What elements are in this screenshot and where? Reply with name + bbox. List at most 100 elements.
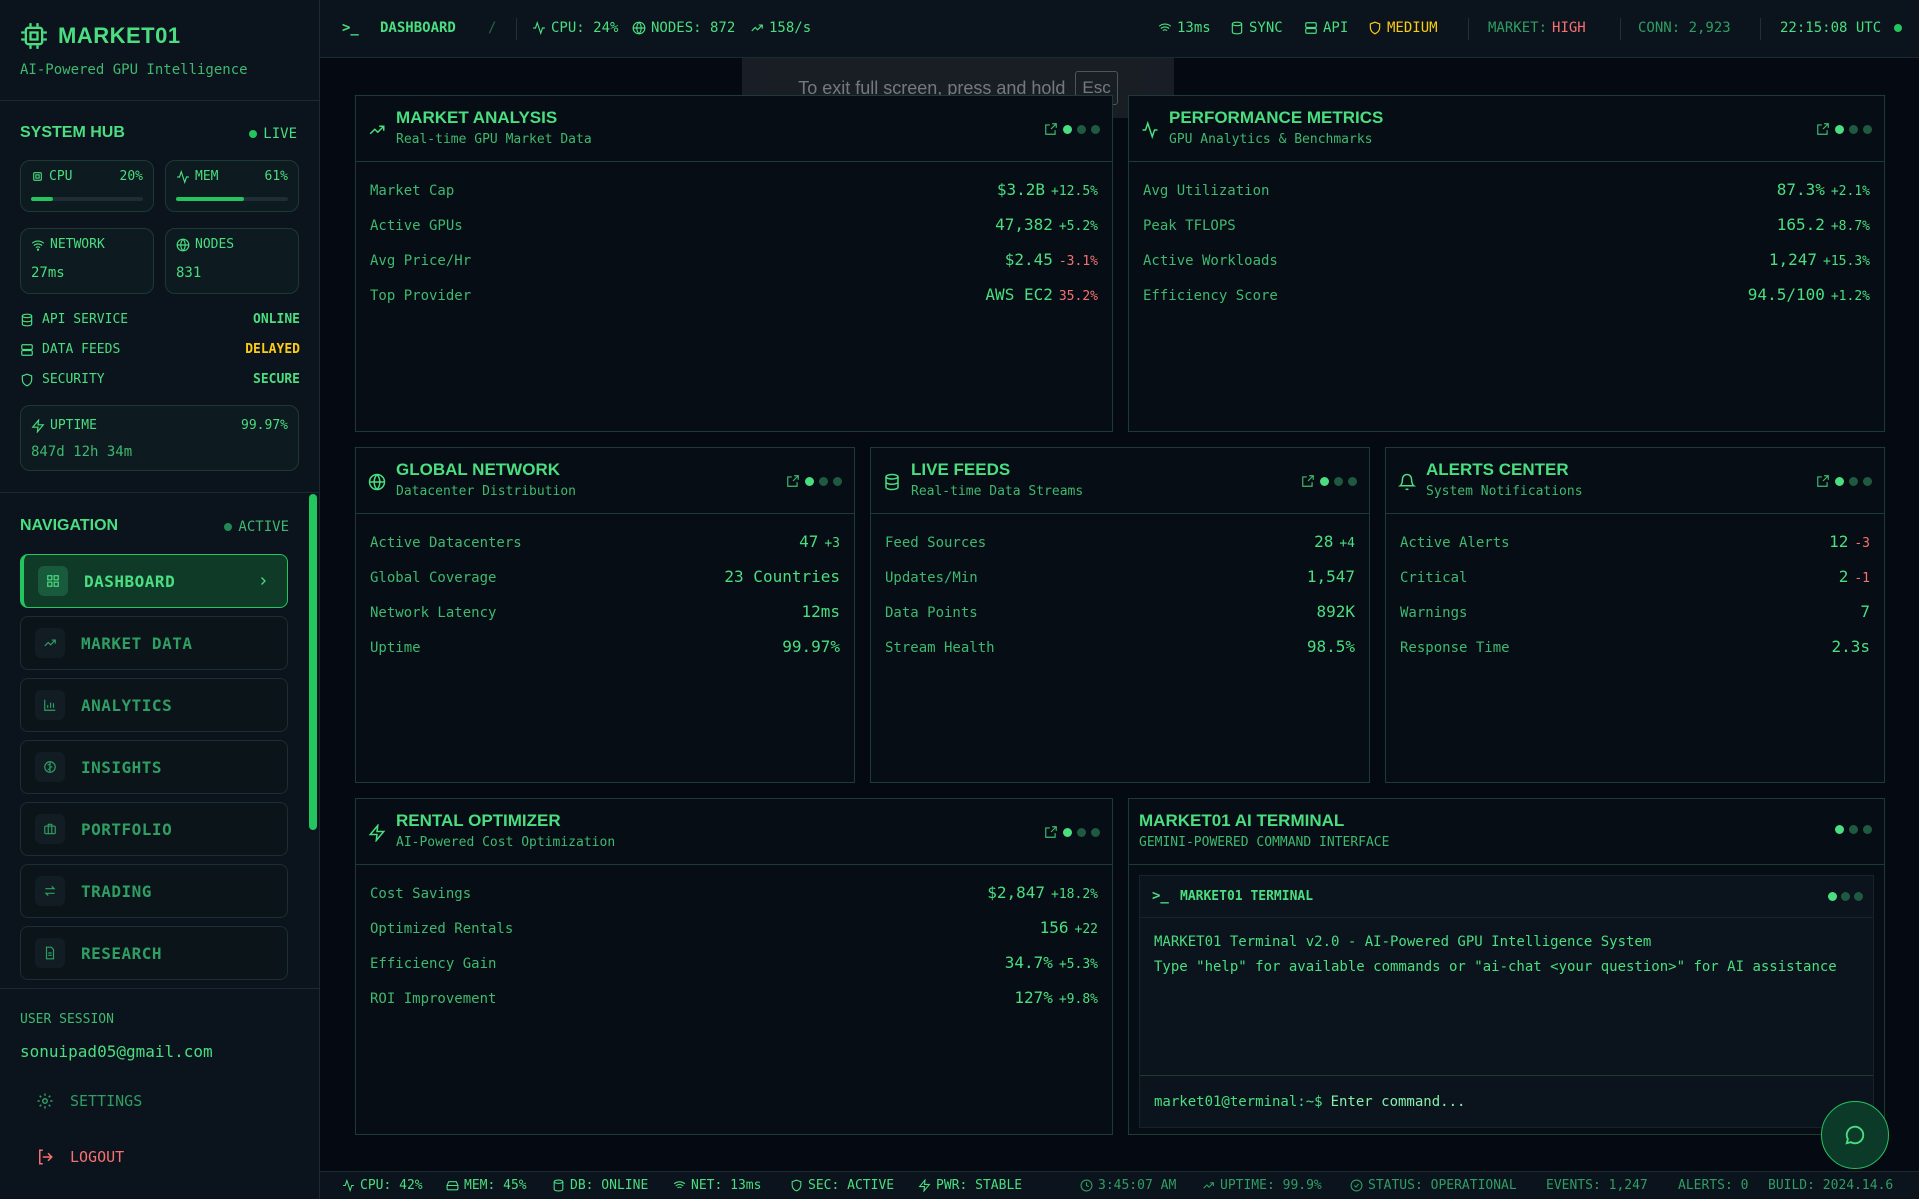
bar-chart-icon xyxy=(35,690,65,720)
rental-row-roi: ROI Improvement 127% +9.8% xyxy=(370,988,1098,1007)
live-dot xyxy=(249,130,258,138)
terminal-input[interactable] xyxy=(1330,1093,1873,1110)
status-footer: CPU: 42% MEM: 45% DB: ONLINE NET: 13ms S… xyxy=(320,1171,1919,1199)
market-row-provider: Top Provider AWS EC2 35.2% xyxy=(370,285,1098,304)
panel-title: MARKET01 AI TERMINAL xyxy=(1139,811,1345,830)
breadcrumb-separator: / xyxy=(488,20,497,36)
shield-icon xyxy=(791,1179,802,1192)
network-row-coverage: Global Coverage 23 Countries xyxy=(370,567,840,586)
globe-icon xyxy=(176,238,190,251)
network-row-latency: Network Latency 12ms xyxy=(370,602,840,621)
top-risk: MEDIUM xyxy=(1368,20,1438,36)
swap-icon xyxy=(35,876,65,906)
terminal-prompt: market01@terminal:~$ xyxy=(1154,1093,1323,1110)
panel-subtitle: GPU Analytics & Benchmarks xyxy=(1169,132,1373,147)
navigation-title: NAVIGATION xyxy=(20,517,119,534)
top-api: API xyxy=(1304,20,1348,36)
check-circle-icon xyxy=(1350,1179,1363,1192)
sidebar-item-label: DASHBOARD xyxy=(84,571,176,591)
panel-subtitle: Real-time GPU Market Data xyxy=(396,132,592,147)
chat-button[interactable] xyxy=(1821,1101,1889,1169)
uptime-duration: 847d 12h 34m xyxy=(31,444,133,460)
brand-subtitle: AI-Powered GPU Intelligence xyxy=(20,62,248,78)
hard-drive-icon xyxy=(446,1181,459,1191)
cpu-label: CPU xyxy=(31,169,72,184)
rental-row-rentals: Optimized Rentals 156 +22 xyxy=(370,918,1098,937)
panel-title: GLOBAL NETWORK xyxy=(396,460,561,479)
panel-subtitle: Real-time Data Streams xyxy=(911,484,1084,499)
trending-up-icon xyxy=(368,121,386,139)
external-link-icon[interactable] xyxy=(1301,474,1315,488)
sidebar-item-market-data[interactable]: MARKET DATA xyxy=(20,616,288,670)
sidebar-item-portfolio[interactable]: PORTFOLIO xyxy=(20,802,288,856)
navigation-status: ACTIVE xyxy=(224,519,289,535)
mem-percent: 61% xyxy=(264,169,288,184)
external-link-icon[interactable] xyxy=(1044,825,1058,839)
panel-title: RENTAL OPTIMIZER xyxy=(396,811,561,830)
cpu-percent: 20% xyxy=(119,169,143,184)
wifi-icon xyxy=(31,239,45,251)
alerts-row-active: Active Alerts 12 -3 xyxy=(1400,532,1870,551)
external-link-icon[interactable] xyxy=(1816,474,1830,488)
feeds-row-updates: Updates/Min 1,547 xyxy=(885,567,1355,586)
perf-row-workloads: Active Workloads 1,247 +15.3% xyxy=(1143,250,1870,269)
chip-icon xyxy=(20,22,48,50)
feeds-row-points: Data Points 892K xyxy=(885,602,1355,621)
security-row: SECURITY SECURE xyxy=(20,372,300,387)
globe-icon xyxy=(632,21,646,35)
settings-button[interactable]: SETTINGS xyxy=(36,1092,142,1110)
footer-db: DB: ONLINE xyxy=(552,1178,648,1193)
wifi-icon xyxy=(1158,23,1172,32)
network-value: 27ms xyxy=(31,265,65,281)
sidebar-item-label: TRADING xyxy=(81,881,152,901)
external-link-icon[interactable] xyxy=(1816,122,1830,136)
uptime-percent: 99.97% xyxy=(241,418,288,433)
gear-icon xyxy=(37,1093,53,1109)
external-link-icon[interactable] xyxy=(1044,122,1058,136)
top-bar: >_ DASHBOARD / CPU: 24% NODES: 872 158/s… xyxy=(320,0,1919,58)
footer-alerts: ALERTS: 0 xyxy=(1678,1178,1749,1193)
market-row-gpus: Active GPUs 47,382 +5.2% xyxy=(370,215,1098,234)
market-analysis-panel: MARKET ANALYSIS Real-time GPU Market Dat… xyxy=(355,95,1113,432)
server-icon xyxy=(1305,22,1317,34)
session-label: USER SESSION xyxy=(20,1012,114,1027)
terminal-title: MARKET01 TERMINAL xyxy=(1180,889,1314,904)
sidebar-item-insights[interactable]: INSIGHTS xyxy=(20,740,288,794)
footer-pwr: PWR: STABLE xyxy=(918,1178,1022,1193)
panel-subtitle: Datacenter Distribution xyxy=(396,484,577,499)
alerts-row-response: Response Time 2.3s xyxy=(1400,637,1870,656)
database-icon xyxy=(883,473,901,491)
system-hub-title: SYSTEM HUB xyxy=(20,124,125,141)
sidebar-item-analytics[interactable]: ANALYTICS xyxy=(20,678,288,732)
session-email: sonuipad05@gmail.com xyxy=(20,1042,213,1061)
external-link-icon[interactable] xyxy=(786,474,800,488)
footer-sec: SEC: ACTIVE xyxy=(790,1178,894,1193)
breadcrumb-page[interactable]: DASHBOARD xyxy=(380,20,456,36)
wifi-icon xyxy=(673,1181,686,1189)
sidebar-item-research[interactable]: RESEARCH xyxy=(20,926,288,980)
shield-icon xyxy=(21,373,33,386)
api-service-status: ONLINE xyxy=(253,312,300,327)
sidebar-item-trading[interactable]: TRADING xyxy=(20,864,288,918)
alerts-row-warnings: Warnings 7 xyxy=(1400,602,1870,621)
trending-up-icon xyxy=(751,24,763,32)
sidebar-item-dashboard[interactable]: DASHBOARD xyxy=(20,554,288,608)
brand[interactable]: MARKET01 xyxy=(20,22,181,50)
sidebar-scrollbar[interactable] xyxy=(309,494,317,830)
nodes-label: NODES xyxy=(176,237,234,252)
data-feeds-status: DELAYED xyxy=(245,342,300,357)
logout-button[interactable]: LOGOUT xyxy=(36,1148,124,1166)
mem-card: MEM 61% xyxy=(165,160,299,212)
mem-bar xyxy=(176,197,288,201)
cpu-card: CPU 20% xyxy=(20,160,154,212)
chevron-right-icon xyxy=(257,574,269,588)
trending-up-icon xyxy=(35,628,65,658)
server-icon xyxy=(21,343,33,356)
prompt-icon: >_ xyxy=(1152,888,1169,904)
top-rate: 158/s xyxy=(750,20,811,36)
panel-subtitle: GEMINI-POWERED COMMAND INTERFACE xyxy=(1139,835,1390,850)
alerts-row-critical: Critical 2 -1 xyxy=(1400,567,1870,586)
rental-optimizer-panel: RENTAL OPTIMIZER AI-Powered Cost Optimiz… xyxy=(355,798,1113,1135)
network-row-datacenters: Active Datacenters 47 +3 xyxy=(370,532,840,551)
lightning-icon xyxy=(918,1179,931,1192)
